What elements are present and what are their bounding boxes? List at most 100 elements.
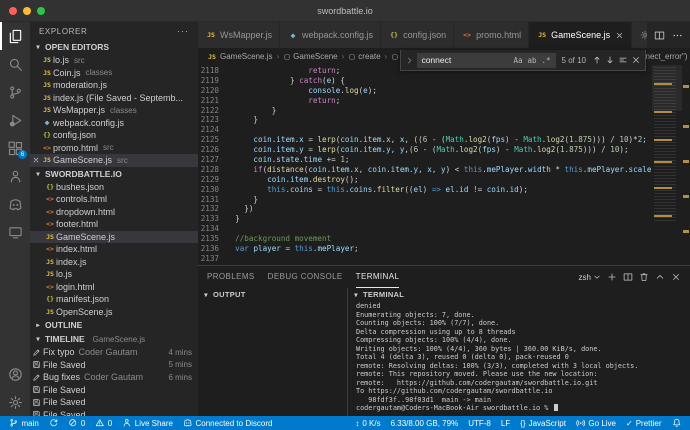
status-utf-8[interactable]: UTF-8	[463, 416, 496, 430]
activity-bar-item-account[interactable]	[0, 360, 30, 388]
status-lf[interactable]: LF	[496, 416, 515, 430]
code-line-2136[interactable]: 2136 var player = this.mePlayer;	[198, 244, 652, 254]
tab-wsmapper-js[interactable]: JS WsMapper.js	[198, 22, 281, 48]
folder-section-header[interactable]: ▾ SWORDBATTLE.IO	[30, 167, 198, 181]
activity-bar-item-search[interactable]	[0, 50, 30, 78]
new-terminal-button[interactable]	[607, 272, 617, 282]
open-editor-lo-js[interactable]: JS lo.js src	[30, 54, 198, 67]
close-window-button[interactable]	[9, 6, 17, 15]
breadcrumb-gamescene[interactable]: GameScene	[283, 52, 338, 61]
code-line-2119[interactable]: 2119} catch(e) {	[198, 76, 652, 86]
more-actions-icon[interactable]	[672, 30, 683, 41]
activity-bar-item-extensions[interactable]: 6	[0, 134, 30, 162]
file-gamescene-js[interactable]: JS GameScene.js	[30, 230, 198, 243]
file-index-js[interactable]: JS index.js	[30, 256, 198, 269]
status-6-33-8-00-gb-79[interactable]: 6.33/8.00 GB, 79%	[386, 416, 464, 430]
code-line-2122[interactable]: 2122}	[198, 106, 652, 116]
open-editor-coin-js[interactable]: JS Coin.js classes	[30, 67, 198, 80]
activity-bar-item-discord[interactable]	[0, 190, 30, 218]
split-editor-icon[interactable]	[654, 30, 665, 41]
close-panel-button[interactable]	[671, 272, 681, 282]
status-0[interactable]: 0	[63, 416, 90, 430]
open-editor-wsmapper-js[interactable]: JS WsMapper.js classes	[30, 104, 198, 117]
minimap-slider[interactable]	[652, 65, 682, 111]
outline-section-header[interactable]: ▸ OUTLINE	[30, 318, 198, 332]
terminal-content[interactable]: denied Enumerating objects: 7, done. Count…	[348, 301, 690, 416]
status-javascript[interactable]: {} JavaScript	[515, 416, 571, 430]
code-line-2135[interactable]: 2135 //background movement	[198, 234, 652, 244]
code-line-2132[interactable]: 2132})	[198, 204, 652, 214]
breadcrumb-create[interactable]: create	[348, 52, 381, 61]
code-line-2126[interactable]: 2126 coin.item.y = lerp(coin.item.y, y,(6…	[198, 145, 652, 155]
file-openscene-js[interactable]: JS OpenScene.js	[30, 306, 198, 319]
close-find-icon[interactable]	[631, 55, 641, 65]
timeline-item-file-saved[interactable]: File Saved 5 mins	[30, 359, 198, 372]
timeline-item-file-saved[interactable]: File Saved	[30, 409, 198, 416]
code-line-2129[interactable]: 2129 coin.item.destroy();	[198, 175, 652, 185]
activity-bar-item-remote[interactable]	[0, 218, 30, 246]
code-line-2125[interactable]: 2125 coin.item.x = lerp(coin.item.x, x, (…	[198, 135, 652, 145]
file-login-html[interactable]: <> login.html	[30, 281, 198, 294]
file-index-html[interactable]: <> index.html	[30, 243, 198, 256]
code-line-2120[interactable]: 2120 console.log(e);	[198, 86, 652, 96]
minimap[interactable]	[652, 65, 682, 265]
output-pane-header[interactable]: ▾ OUTPUT	[198, 288, 347, 301]
split-terminal-button[interactable]	[623, 272, 633, 282]
status-0[interactable]: 0	[90, 416, 117, 430]
file-dropdown-html[interactable]: <> dropdown.html	[30, 206, 198, 219]
panel-tab-terminal[interactable]: TERMINAL	[355, 266, 400, 288]
next-match-button[interactable]	[605, 55, 615, 65]
status-live-share[interactable]: Live Share	[117, 416, 178, 430]
toggle-replace-icon[interactable]	[405, 56, 414, 65]
terminal-pane-header[interactable]: ▾ TERMINAL	[348, 288, 690, 301]
kill-terminal-button[interactable]	[639, 272, 649, 282]
open-editor-webpack-config-js[interactable]: ◆ webpack.config.js	[30, 117, 198, 130]
activity-bar-item-debug[interactable]	[0, 106, 30, 134]
breadcrumb-gamescene-js[interactable]: JS GameScene.js	[206, 52, 272, 61]
whole-word-toggle[interactable]: ab	[526, 56, 537, 65]
status-go-live[interactable]: Go Live	[571, 416, 621, 430]
minimize-window-button[interactable]	[23, 6, 31, 15]
close-tab-icon[interactable]	[615, 31, 624, 40]
match-case-toggle[interactable]: Aa	[512, 56, 523, 65]
code-line-2137[interactable]: 2137	[198, 254, 652, 264]
open-editor-gamescene-js[interactable]: JS GameScene.js src	[30, 154, 198, 167]
code-editor[interactable]: 2118 return; 2119} catch(e) {2120 console.l…	[198, 65, 652, 265]
close-editor-icon[interactable]	[30, 156, 41, 164]
open-editor-config-json[interactable]: {} config.json	[30, 129, 198, 142]
file-manifest-json[interactable]: {} manifest.json	[30, 293, 198, 306]
code-line-2121[interactable]: 2121 return;	[198, 96, 652, 106]
tab-gamescene-js[interactable]: JS GameScene.js	[529, 22, 633, 48]
timeline-item-bug-fixes[interactable]: Bug fixes Coder Gautam 6 mins	[30, 371, 198, 384]
file-footer-html[interactable]: <> footer.html	[30, 218, 198, 231]
code-line-2133[interactable]: 2133}	[198, 214, 652, 224]
code-line-2124[interactable]: 2124	[198, 125, 652, 135]
open-editor-moderation-js[interactable]: JS moderation.js	[30, 79, 198, 92]
find-in-selection-button[interactable]	[618, 55, 628, 65]
tab-settings[interactable]: Settings	[632, 22, 647, 48]
code-line-2130[interactable]: 2130 this.coins = this.coins.filter((el) …	[198, 185, 652, 195]
tab-webpack-config-js[interactable]: ◆ webpack.config.js	[280, 22, 382, 48]
activity-bar-item-liveshare[interactable]	[0, 162, 30, 190]
regex-toggle[interactable]: .*	[541, 56, 552, 65]
file-controls-html[interactable]: <> controls.html	[30, 193, 198, 206]
timeline-section-header[interactable]: ▾ TIMELINE GameScene.js	[30, 332, 198, 346]
status-0-k-s[interactable]: ↕ 0 K/s	[350, 416, 385, 430]
find-input[interactable]	[421, 55, 510, 65]
open-editor-index-js-file-saved-septemb[interactable]: JS index.js (File Saved - Septemb...	[30, 92, 198, 105]
overview-ruler[interactable]	[682, 65, 690, 265]
maximize-window-button[interactable]	[37, 6, 45, 15]
open-editor-promo-html[interactable]: <> promo.html src	[30, 142, 198, 155]
code-line-2123[interactable]: 2123}	[198, 115, 652, 125]
code-line-2131[interactable]: 2131}	[198, 195, 652, 205]
tab-promo-html[interactable]: <> promo.html	[454, 22, 530, 48]
timeline-item-fix-typo[interactable]: Fix typo Coder Gautam 4 mins	[30, 346, 198, 359]
code-line-2127[interactable]: 2127 coin.state.time += 1;	[198, 155, 652, 165]
status-bell[interactable]	[667, 416, 687, 430]
status-prettier[interactable]: ✓ Prettier	[621, 416, 667, 430]
tab-config-json[interactable]: {} config.json	[381, 22, 455, 48]
open-editors-header[interactable]: ▾ OPEN EDITORS	[30, 40, 198, 54]
code-line-2128[interactable]: 2128 if(distance(coin.item.x, coin.item.y…	[198, 165, 652, 175]
sidebar-more-actions-icon[interactable]: ···	[177, 26, 189, 36]
status-connected-to-discord[interactable]: Connected to Discord	[178, 416, 277, 430]
